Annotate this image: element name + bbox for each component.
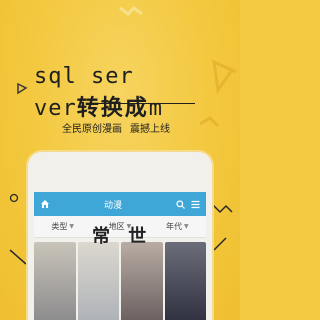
top-bar-actions	[176, 199, 200, 209]
headline-line-2: ver转换成m	[34, 98, 163, 120]
filter-year-label: 年代	[166, 222, 182, 231]
headline-line-2-suffix: m	[148, 96, 164, 121]
headline-line-2-prefix: ver	[34, 96, 77, 121]
app-top-bar: 动漫	[34, 192, 206, 216]
deco-circle-left	[9, 193, 19, 203]
filter-type[interactable]: 类型 ▼	[51, 221, 74, 232]
overlay-caption: 常 世	[92, 226, 153, 247]
chevron-down-icon: ▼	[184, 223, 189, 230]
home-icon[interactable]	[40, 199, 50, 209]
deco-zigzag-top	[119, 6, 143, 16]
search-icon[interactable]	[176, 199, 185, 209]
chevron-down-icon: ▼	[69, 223, 74, 230]
headline-line-2-cjk: 转换成	[76, 96, 149, 121]
headline-line-1: sql ser	[34, 64, 134, 89]
menu-icon[interactable]	[191, 200, 200, 209]
comic-thumbnail-grid	[34, 242, 206, 320]
deco-line-right	[213, 237, 227, 251]
deco-squiggle-right	[199, 116, 220, 128]
comic-thumbnail[interactable]	[164, 242, 206, 320]
deco-prism-right	[212, 59, 237, 94]
comic-thumbnail[interactable]	[77, 242, 119, 320]
headline-divider	[90, 103, 195, 104]
comic-thumbnail[interactable]	[34, 242, 76, 320]
comic-thumbnail[interactable]	[121, 242, 163, 320]
filter-type-label: 类型	[51, 222, 68, 231]
subtitle: 全民原创漫画 震撼上线	[62, 120, 170, 135]
deco-line-left	[9, 249, 27, 265]
subtitle-part-2: 震撼上线	[130, 124, 170, 135]
app-title: 动漫	[103, 200, 122, 211]
subtitle-part-1: 全民原创漫画	[62, 124, 122, 135]
filter-year[interactable]: 年代 ▼	[166, 221, 189, 232]
deco-triangle-top	[17, 82, 28, 95]
